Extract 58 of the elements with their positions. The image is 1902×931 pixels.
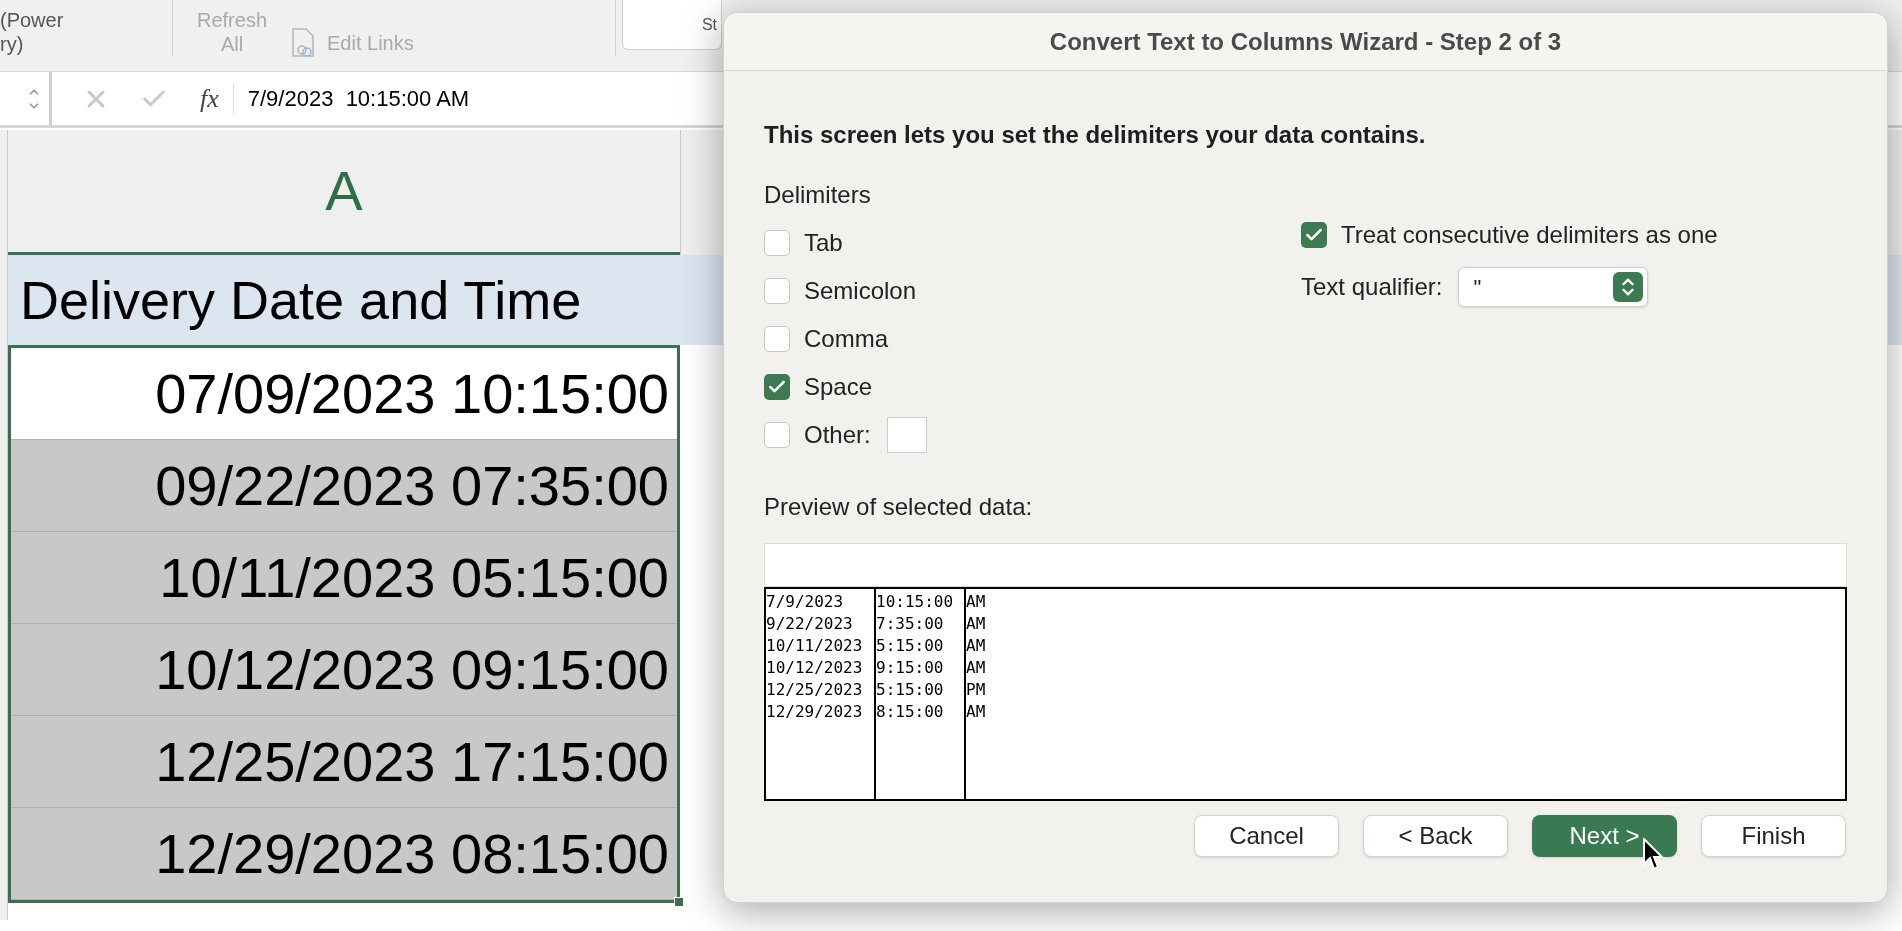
table-cell: 10/11/2023 05:15:00 — [11, 532, 677, 624]
delimiters-label: Delimiters — [764, 180, 872, 210]
function-button[interactable]: fx — [200, 79, 219, 118]
dialog-title: Convert Text to Columns Wizard - Step 2 of 3 — [1049, 26, 1562, 57]
preview-cell-text: PM — [966, 679, 987, 701]
document-link-icon — [291, 28, 316, 58]
header-cell: Delivery Date and Time — [8, 255, 680, 345]
checkbox-label: Comma — [804, 324, 888, 354]
preview-cell-text: AM — [966, 635, 987, 657]
dialog-button[interactable]: < Back — [1363, 815, 1508, 857]
ribbon-group-label: ry) — [0, 32, 25, 56]
checkbox-label: Treat consecutive delimiters as one — [1341, 220, 1718, 250]
table-cell: 09/22/2023 07:35:00 — [11, 440, 677, 532]
checkbox[interactable] — [1301, 222, 1327, 248]
checkbox-label: Semicolon — [804, 276, 917, 306]
preview-cell-text: 7/9/2023 — [766, 591, 845, 613]
checkbox[interactable] — [764, 374, 790, 400]
dialog-button[interactable]: Next > — [1532, 815, 1677, 857]
table-cell: 12/29/2023 08:15:00 — [11, 808, 677, 900]
dialog-button[interactable]: Finish — [1701, 815, 1846, 857]
checkbox-label: Space — [804, 372, 873, 402]
preview-cell-text: 9/22/2023 — [766, 613, 854, 635]
style-gallery[interactable]: St — [622, 0, 722, 50]
preview-cell-text: 9:15:00 — [876, 657, 945, 679]
preview-cell-text: 10/11/2023 — [766, 635, 864, 657]
ribbon-group-label: (Power — [0, 8, 65, 32]
preview-cell-text: 8:15:00 — [876, 701, 945, 723]
instruction-text: This screen lets you set the delimiters your data contains. — [764, 120, 1427, 150]
formula-value: 7/9/2023 10:15:00 AM — [247, 85, 470, 113]
table-cell: 10/12/2023 09:15:00 — [11, 624, 677, 716]
preview-cell-text: 12/29/2023 — [766, 701, 864, 723]
fill-handle[interactable] — [674, 897, 684, 907]
stepper-icon — [1613, 272, 1644, 302]
text-qualifier-label: Text qualifier: — [1301, 272, 1443, 302]
cursor-icon — [1643, 838, 1665, 872]
checkbox[interactable] — [764, 422, 790, 448]
style-label: St — [701, 14, 717, 35]
checkbox-label: Tab — [804, 228, 843, 258]
preview-cell-text: 10:15:00 — [876, 591, 955, 613]
preview-cell-text: AM — [966, 701, 987, 723]
checkbox[interactable] — [764, 230, 790, 256]
checkbox[interactable] — [764, 278, 790, 304]
checkbox-label: Other: — [804, 420, 871, 450]
preview-cell-text: 7:35:00 — [876, 613, 945, 635]
preview-cell-text: 5:15:00 — [876, 679, 945, 701]
text-qualifier-select[interactable]: " — [1458, 267, 1649, 307]
preview-cell-text: AM — [966, 657, 987, 679]
column-header[interactable]: A — [8, 130, 680, 255]
other-field[interactable] — [886, 417, 927, 453]
checkbox[interactable] — [764, 326, 790, 352]
preview-label: Preview of selected data: — [764, 492, 1034, 522]
table-cell: 12/25/2023 17:15:00 — [11, 716, 677, 808]
dialog-button[interactable]: Cancel — [1194, 815, 1339, 857]
preview-cell-text: 5:15:00 — [876, 635, 945, 657]
preview-cell-text: 12/25/2023 — [766, 679, 864, 701]
preview-cell-text: AM — [966, 613, 987, 635]
preview-cell-text: AM — [966, 591, 987, 613]
preview-cell-text: 10/12/2023 — [766, 657, 864, 679]
